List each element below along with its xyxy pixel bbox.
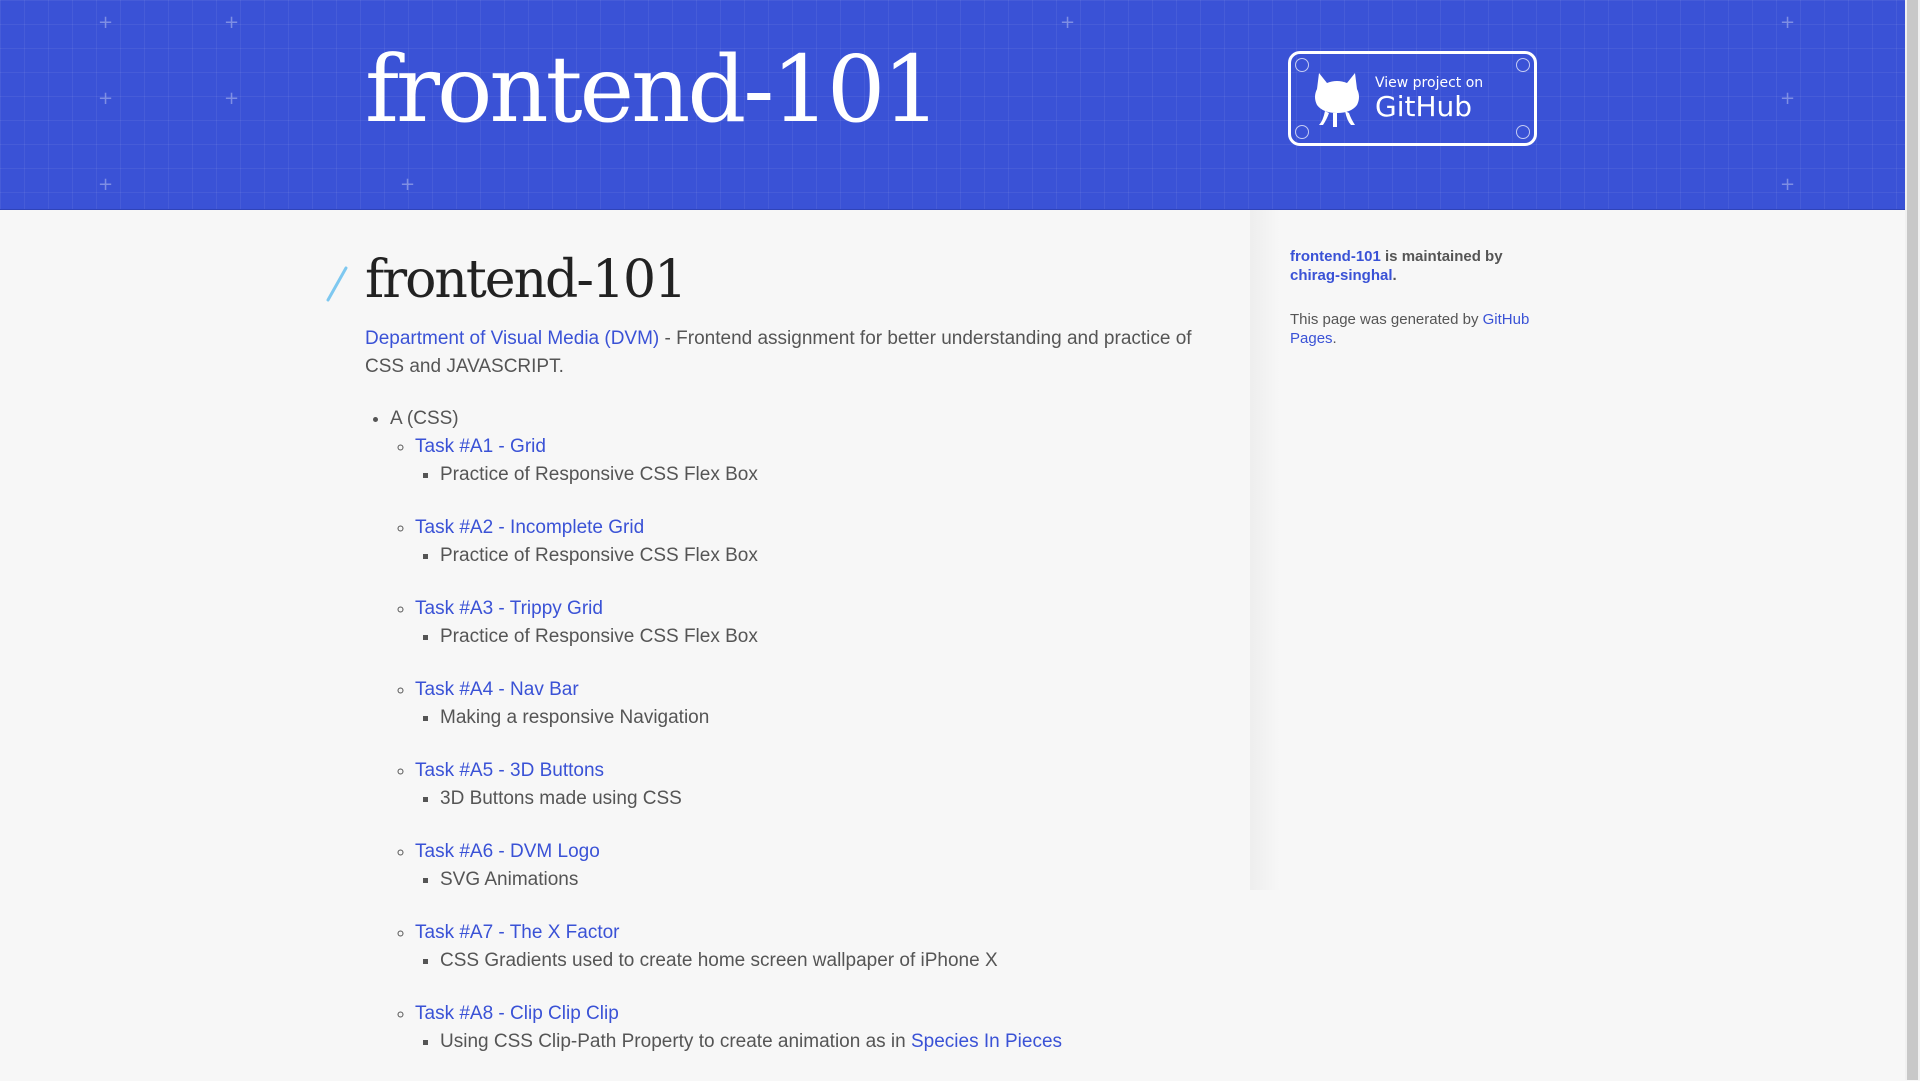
main-content: frontend-101 Department of Visual Media …: [365, 235, 1225, 1081]
list-item: Task #A4 - Nav Bar Making a responsive N…: [415, 676, 1225, 732]
task-description: Practice of Responsive CSS Flex Box: [440, 461, 1225, 489]
task-list: Task #A1 - Grid Practice of Responsive C…: [390, 433, 1225, 1056]
task-link[interactable]: Task #A5 - 3D Buttons: [415, 760, 604, 781]
github-button-small-label: View project on: [1375, 74, 1484, 91]
maintainer-end: .: [1392, 267, 1397, 284]
decor-circle: [1516, 58, 1530, 72]
decor-circle: [1516, 125, 1530, 139]
site-header: + + + + + + + + + + frontend-101 View pr…: [0, 0, 1905, 210]
task-link[interactable]: Task #A4 - Nav Bar: [415, 679, 579, 700]
decor-circle: [1295, 58, 1309, 72]
github-button-big-label: GitHub: [1375, 89, 1473, 123]
task-description-text: Using CSS Clip-Path Property to create a…: [440, 1031, 911, 1052]
scrollbar-track[interactable]: [1905, 0, 1920, 1080]
task-description: SVG Animations: [440, 866, 1225, 894]
task-description: 3D Buttons made using CSS: [440, 785, 1225, 813]
task-description: CSS Gradients used to create home screen…: [440, 947, 1225, 975]
decor-plus-icon: +: [1060, 12, 1076, 33]
octocat-icon: [1315, 72, 1359, 127]
generated-end: .: [1332, 330, 1337, 347]
section-list: A (CSS) Task #A1 - Grid Practice of Resp…: [365, 405, 1225, 1056]
page-title: frontend-101: [365, 250, 687, 310]
intro-paragraph: Department of Visual Media (DVM) - Front…: [365, 325, 1225, 381]
sidebar: frontend-101 is maintained by chirag-sin…: [1290, 247, 1540, 373]
task-link[interactable]: Task #A6 - DVM Logo: [415, 841, 600, 862]
task-link[interactable]: Task #A1 - Grid: [415, 436, 546, 457]
list-item: Task #A1 - Grid Practice of Responsive C…: [415, 433, 1225, 489]
section-label: A (CSS): [390, 408, 459, 429]
list-item: Task #A8 - Clip Clip Clip Using CSS Clip…: [415, 1000, 1225, 1056]
list-item: Task #A2 - Incomplete Grid Practice of R…: [415, 514, 1225, 570]
view-on-github-button[interactable]: View project on GitHub: [1288, 51, 1537, 146]
decor-plus-icon: +: [400, 174, 416, 195]
maintainer-link[interactable]: chirag-singhal: [1290, 267, 1393, 284]
decor-plus-icon: +: [1780, 174, 1796, 195]
maintainer-text: is maintained by: [1380, 248, 1503, 265]
task-description: Making a responsive Navigation: [440, 704, 1225, 732]
generated-by-info: This page was generated by GitHub Pages.: [1290, 310, 1540, 348]
scrollbar-thumb[interactable]: [1907, 0, 1918, 1080]
task-link[interactable]: Task #A3 - Trippy Grid: [415, 598, 603, 619]
decor-plus-icon: +: [224, 88, 240, 109]
heading-slash-icon: [326, 266, 348, 302]
species-in-pieces-link[interactable]: Species In Pieces: [911, 1031, 1062, 1052]
decor-plus-icon: +: [98, 174, 114, 195]
task-link[interactable]: Task #A8 - Clip Clip Clip: [415, 1003, 619, 1024]
task-description: Using CSS Clip-Path Property to create a…: [440, 1028, 1225, 1056]
dvm-link[interactable]: Department of Visual Media (DVM): [365, 328, 659, 349]
decor-plus-icon: +: [1780, 12, 1796, 33]
decor-plus-icon: +: [224, 12, 240, 33]
task-link[interactable]: Task #A7 - The X Factor: [415, 922, 620, 943]
decor-plus-icon: +: [1780, 88, 1796, 109]
task-description: Practice of Responsive CSS Flex Box: [440, 542, 1225, 570]
maintainer-info: frontend-101 is maintained by chirag-sin…: [1290, 247, 1540, 285]
list-item: Task #A3 - Trippy Grid Practice of Respo…: [415, 595, 1225, 651]
section-item: A (CSS) Task #A1 - Grid Practice of Resp…: [390, 405, 1225, 1056]
decor-plus-icon: +: [98, 12, 114, 33]
decor-plus-icon: +: [98, 88, 114, 109]
list-item: Task #A6 - DVM Logo SVG Animations: [415, 838, 1225, 894]
list-item: Task #A5 - 3D Buttons 3D Buttons made us…: [415, 757, 1225, 813]
decor-circle: [1295, 125, 1309, 139]
list-item: Task #A7 - The X Factor CSS Gradients us…: [415, 919, 1225, 975]
project-link[interactable]: frontend-101: [1290, 248, 1381, 265]
task-link[interactable]: Task #A2 - Incomplete Grid: [415, 517, 644, 538]
content-divider-shadow: [1250, 210, 1280, 890]
generated-text: This page was generated by: [1290, 311, 1483, 328]
task-description: Practice of Responsive CSS Flex Box: [440, 623, 1225, 651]
site-title: frontend-101: [365, 36, 941, 143]
